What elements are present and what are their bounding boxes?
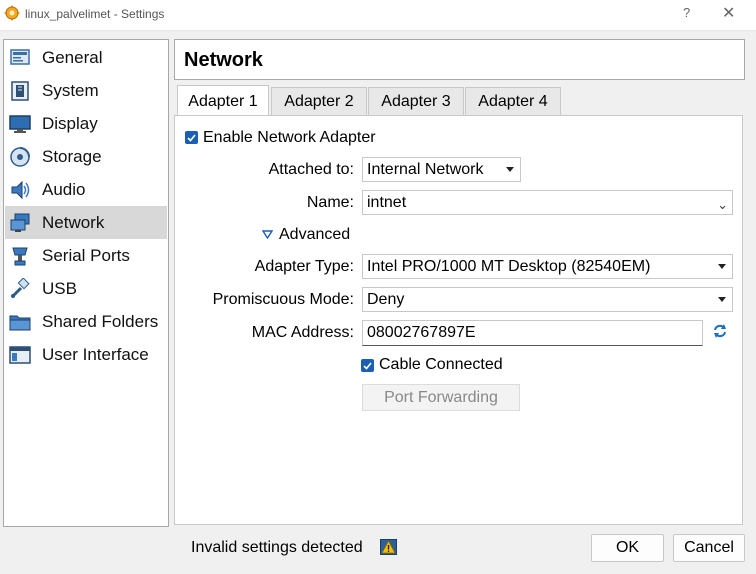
attached-to-label: Attached to: bbox=[268, 161, 354, 178]
user-interface-icon bbox=[9, 346, 31, 364]
name-label: Name: bbox=[306, 194, 354, 211]
sidebar-item-label: Display bbox=[42, 114, 98, 133]
chevron-down-icon: ⌄ bbox=[717, 197, 728, 212]
dropdown-arrow-icon bbox=[718, 264, 726, 269]
sidebar-item-usb[interactable]: USB bbox=[5, 272, 167, 305]
storage-icon bbox=[10, 147, 30, 167]
sidebar-item-label: Shared Folders bbox=[42, 312, 159, 331]
cable-connected-label: Cable Connected bbox=[379, 356, 503, 373]
sidebar-item-label: USB bbox=[42, 279, 77, 298]
sidebar-item-system[interactable]: System bbox=[5, 74, 167, 107]
sidebar-item-label: Network bbox=[42, 213, 105, 232]
tab-adapter-4[interactable]: Adapter 4 bbox=[465, 87, 561, 115]
adapter-type-label: Adapter Type: bbox=[254, 258, 354, 275]
promiscuous-mode-select[interactable]: Deny bbox=[362, 287, 733, 312]
sidebar-item-label: Storage bbox=[42, 147, 102, 166]
dropdown-arrow-icon bbox=[718, 297, 726, 302]
title-bar: linux_palvelimet - Settings ? ✕ bbox=[0, 0, 756, 31]
usb-icon bbox=[11, 278, 30, 298]
serial-ports-icon bbox=[12, 247, 28, 266]
checkmark-icon bbox=[363, 362, 372, 370]
sidebar-item-serial-ports[interactable]: Serial Ports bbox=[5, 239, 167, 272]
sidebar-item-label: User Interface bbox=[42, 345, 149, 364]
display-icon bbox=[9, 115, 31, 133]
shared-folders-icon bbox=[9, 315, 31, 331]
app-icon bbox=[4, 5, 20, 21]
promiscuous-mode-value: Deny bbox=[367, 291, 405, 308]
sidebar-item-label: Audio bbox=[42, 180, 86, 199]
mac-address-input[interactable]: 08002767897E bbox=[362, 320, 703, 346]
promiscuous-mode-label: Promiscuous Mode: bbox=[212, 291, 354, 308]
adapter-type-value: Intel PRO/1000 MT Desktop (82540EM) bbox=[367, 258, 651, 275]
port-forwarding-button[interactable]: Port Forwarding bbox=[362, 384, 520, 411]
window-title: linux_palvelimet - Settings bbox=[25, 7, 165, 21]
tab-adapter-1[interactable]: Adapter 1 bbox=[177, 85, 269, 116]
tab-adapter-2[interactable]: Adapter 2 bbox=[271, 87, 367, 115]
name-value: intnet bbox=[367, 194, 407, 211]
mac-address-label: MAC Address: bbox=[251, 324, 354, 341]
attached-to-value: Internal Network bbox=[367, 161, 484, 178]
help-button[interactable]: ? bbox=[683, 5, 690, 20]
attached-to-select[interactable]: Internal Network bbox=[362, 157, 521, 182]
validation-status: Invalid settings detected bbox=[191, 539, 363, 556]
sidebar-item-shared-folders[interactable]: Shared Folders bbox=[5, 305, 167, 338]
refresh-mac-icon[interactable] bbox=[711, 322, 729, 340]
sidebar-item-display[interactable]: Display bbox=[5, 107, 167, 140]
close-button[interactable]: ✕ bbox=[722, 3, 735, 23]
triangle-down-icon[interactable] bbox=[262, 230, 273, 239]
cancel-button[interactable]: Cancel bbox=[673, 534, 745, 562]
tab-adapter-3[interactable]: Adapter 3 bbox=[368, 87, 464, 115]
sidebar-item-label: System bbox=[42, 81, 99, 100]
sidebar-item-storage[interactable]: Storage bbox=[5, 140, 167, 173]
sidebar-item-label: General bbox=[42, 48, 103, 67]
enable-adapter-checkbox[interactable] bbox=[185, 131, 198, 144]
network-icon bbox=[10, 213, 30, 232]
sidebar-item-label: Serial Ports bbox=[42, 246, 130, 265]
warning-icon[interactable] bbox=[380, 539, 397, 555]
sidebar-item-network[interactable]: Network bbox=[5, 206, 167, 239]
cable-connected-checkbox[interactable] bbox=[361, 359, 374, 372]
system-icon bbox=[11, 81, 29, 101]
page-header: Network bbox=[174, 39, 745, 80]
dropdown-arrow-icon bbox=[506, 167, 514, 172]
general-icon bbox=[10, 49, 30, 65]
advanced-toggle[interactable]: Advanced bbox=[279, 226, 350, 244]
ok-button[interactable]: OK bbox=[591, 534, 664, 562]
sidebar-item-audio[interactable]: Audio bbox=[5, 173, 167, 206]
page-title: Network bbox=[184, 49, 263, 71]
settings-sidebar: General System Display Storage Audio Net… bbox=[3, 39, 169, 527]
sidebar-item-user-interface[interactable]: User Interface bbox=[5, 338, 167, 371]
checkmark-icon bbox=[187, 134, 196, 142]
enable-adapter-label: Enable Network Adapter bbox=[203, 129, 376, 146]
adapter-type-select[interactable]: Intel PRO/1000 MT Desktop (82540EM) bbox=[362, 254, 733, 279]
sidebar-item-general[interactable]: General bbox=[5, 41, 167, 74]
audio-icon bbox=[11, 180, 30, 200]
name-select[interactable]: intnet ⌄ bbox=[362, 190, 733, 215]
